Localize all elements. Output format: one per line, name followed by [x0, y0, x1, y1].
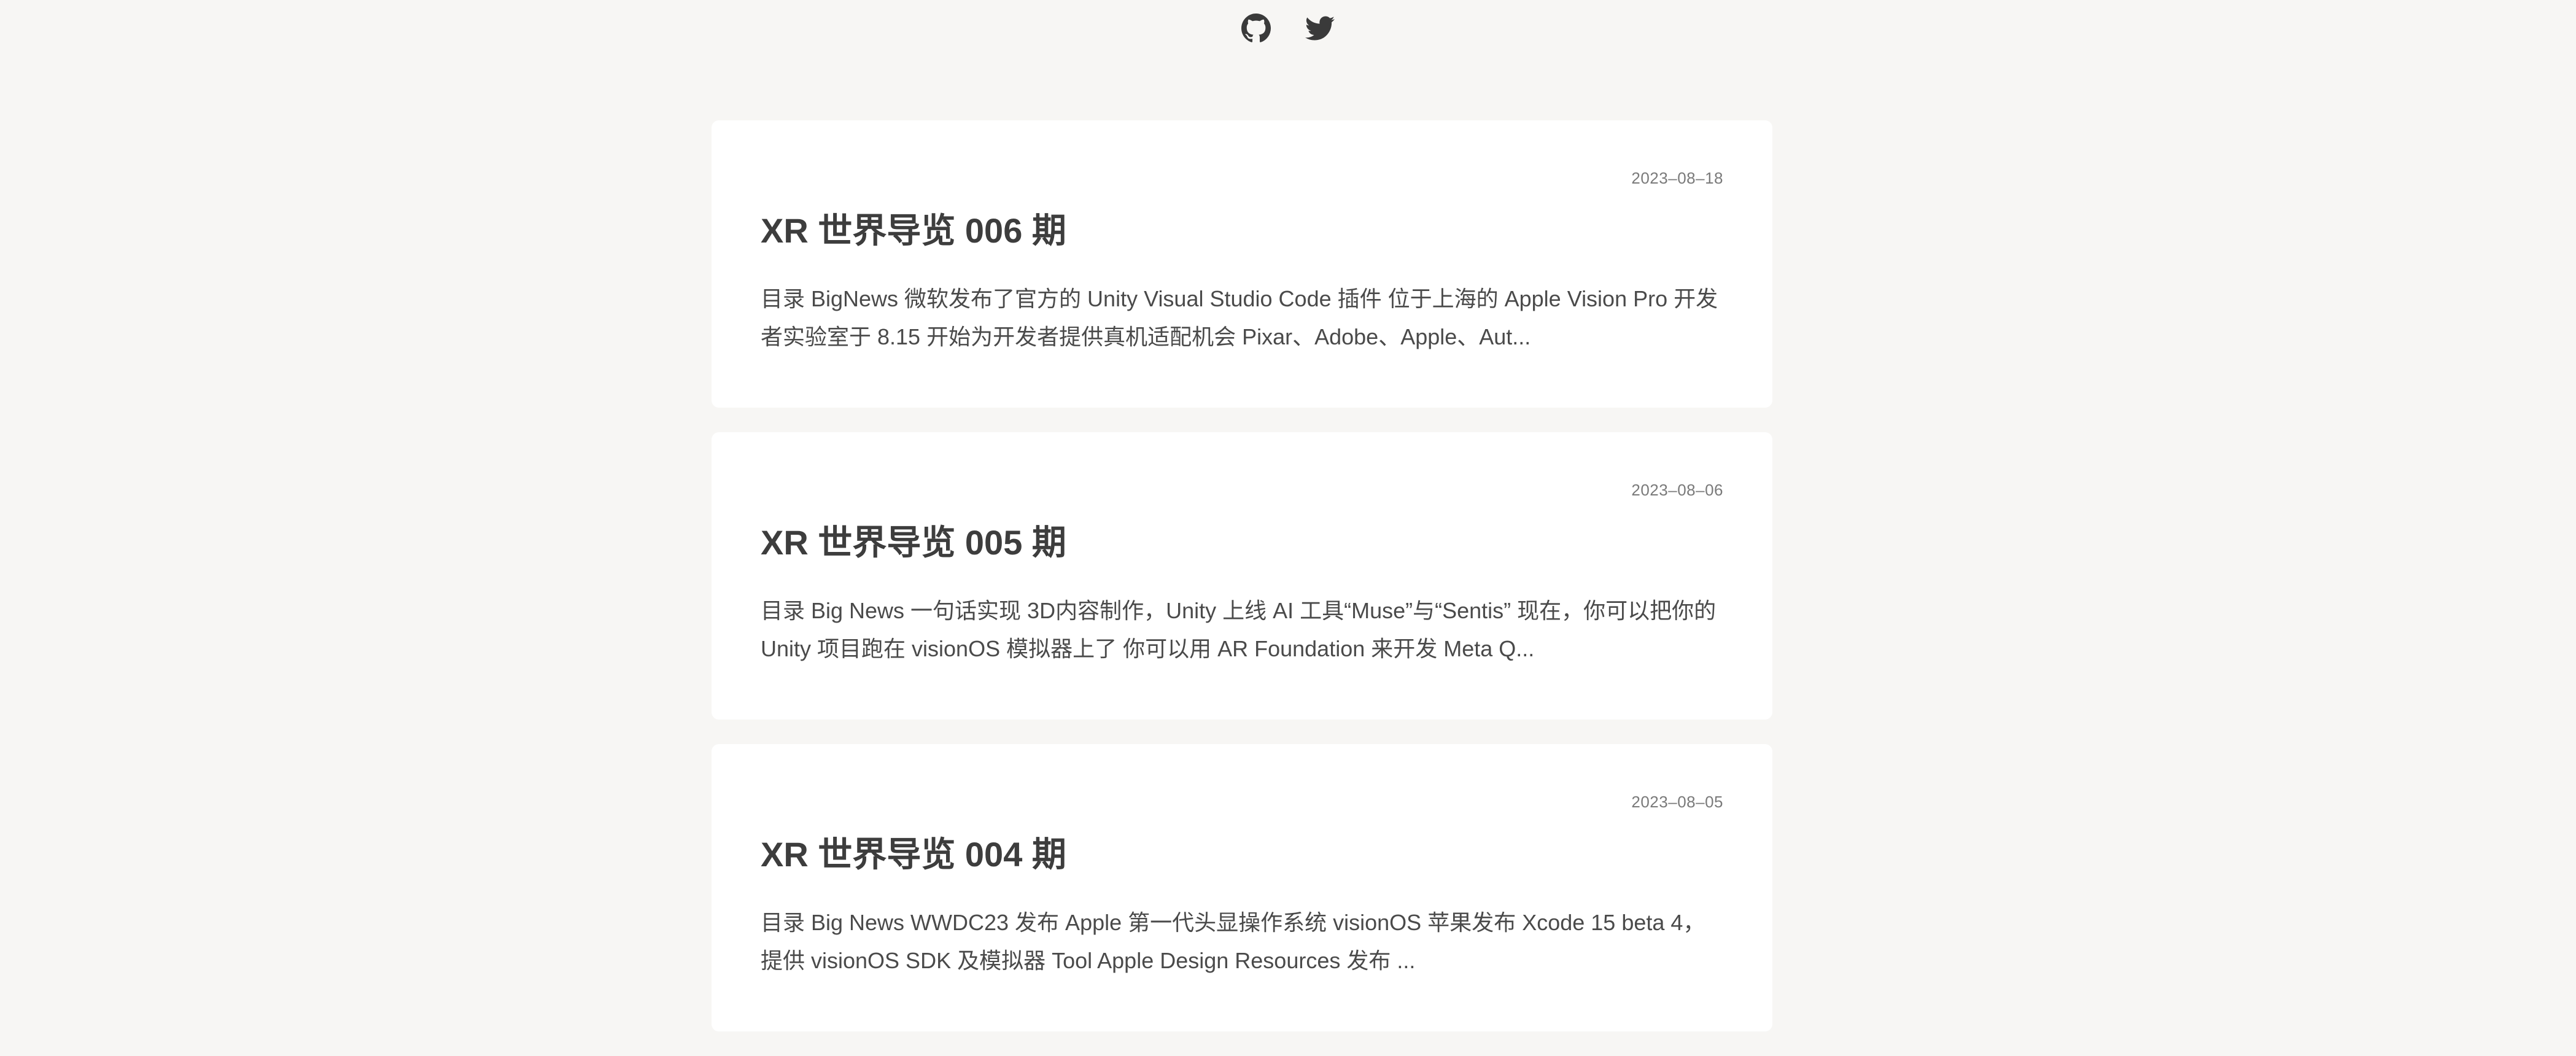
post-list: 2023–08–18 XR 世界导览 006 期 目录 BigNews 微软发布…: [712, 120, 1772, 1056]
post-excerpt: 目录 BigNews 微软发布了官方的 Unity Visual Studio …: [761, 286, 1718, 349]
post-date: 2023–08–05: [1631, 793, 1723, 811]
github-link[interactable]: [1241, 14, 1271, 43]
post-card[interactable]: 2023–08–05 XR 世界导览 004 期 目录 Big News WWD…: [712, 744, 1772, 1031]
twitter-icon: [1305, 16, 1335, 41]
post-title[interactable]: XR 世界导览 005 期: [761, 521, 1723, 565]
post-title[interactable]: XR 世界导览 006 期: [761, 209, 1723, 253]
post-date: 2023–08–18: [1631, 169, 1723, 187]
twitter-link[interactable]: [1305, 14, 1335, 43]
post-excerpt: 目录 Big News WWDC23 发布 Apple 第一代头显操作系统 vi…: [761, 910, 1705, 973]
post-title[interactable]: XR 世界导览 004 期: [761, 833, 1723, 877]
social-links: [0, 14, 2576, 43]
github-icon: [1241, 14, 1271, 42]
post-card[interactable]: 2023–08–06 XR 世界导览 005 期 目录 Big News 一句话…: [712, 432, 1772, 720]
post-date: 2023–08–06: [1631, 481, 1723, 499]
post-card[interactable]: 2023–08–18 XR 世界导览 006 期 目录 BigNews 微软发布…: [712, 120, 1772, 408]
post-excerpt: 目录 Big News 一句话实现 3D内容制作，Unity 上线 AI 工具“…: [761, 598, 1717, 661]
